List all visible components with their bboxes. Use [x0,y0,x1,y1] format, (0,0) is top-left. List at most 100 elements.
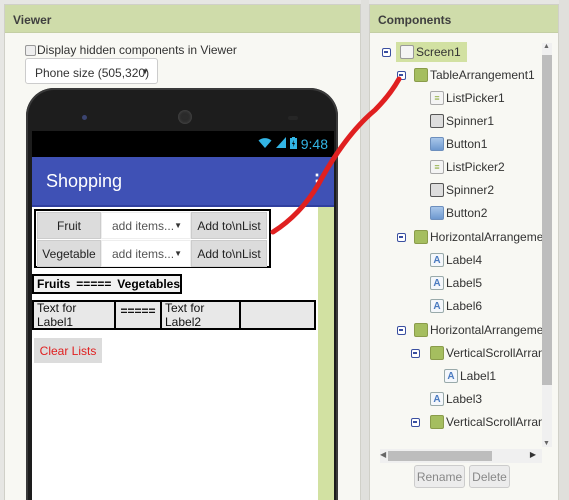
screen-content: Fruit add items... ▼ Add to\nList Vegeta… [32,207,334,500]
collapse-toggle-icon[interactable] [397,326,406,335]
status-bar: 9:48 [32,131,334,157]
vertical-scrollbar[interactable]: ▲ ▼ [542,43,552,447]
dropdown-arrow-icon: ▼ [141,67,149,76]
phone-screen: 9:48 Shopping ⋮ Fruit add items... ▼ Add… [32,131,334,500]
tree-item-tablearrangement1[interactable]: TableArrangement1 [414,64,535,86]
overflow-menu-icon[interactable]: ⋮ [308,172,326,190]
display-hidden-label: Display hidden components in Viewer [37,43,237,57]
scroll-down-icon[interactable]: ▼ [543,440,550,447]
rename-button[interactable]: Rename [414,465,465,488]
button-icon [430,137,444,151]
tree-item-label: Spinner1 [446,114,495,128]
tree-item-label1[interactable]: A Label1 [444,365,496,387]
collapse-toggle-icon[interactable] [397,71,406,80]
dropdown-arrow-icon: ▼ [174,249,182,258]
vegetable-spinner[interactable]: add items... ▼ [101,240,191,267]
component-actions: Rename Delete [414,465,510,488]
tree-item-label: Label5 [446,276,483,290]
tree-item-listpicker1[interactable]: ≡ ListPicker1 [430,87,505,109]
fruit-listpicker[interactable]: Fruit [37,212,101,239]
label1-fruit-list: Text for Label1 [34,301,114,329]
spinner-value: add items... [112,218,175,233]
tree-item-horizontalarrangement1[interactable]: HorizontalArrangemen [414,226,550,248]
tree-item-listpicker2[interactable]: ≡ ListPicker2 [430,156,505,178]
header-labels-arrangement: Fruits ===== Vegetables [32,274,182,294]
sensor-icon [288,116,298,120]
scroll-right-icon[interactable]: ▶ [530,450,536,459]
tree-item-horizontalarrangement2[interactable]: HorizontalArrangemen [414,319,550,341]
table-row: Fruit add items... ▼ Add to\nList [37,212,268,239]
tree-item-label: Label3 [446,392,483,406]
label2-vegetable-list: Text for Label2 [162,301,239,329]
tree-item-spinner1[interactable]: Spinner1 [430,110,494,132]
table-row: Vegetable add items... ▼ Add to\nList [37,240,268,267]
collapse-toggle-icon[interactable] [411,349,420,358]
tree-item-label: HorizontalArrangemen [430,323,551,337]
tree-item-screen1[interactable]: Screen1 [396,41,467,63]
label3-separator: ===== [116,302,160,328]
listpicker-icon: ≡ [430,91,444,105]
tree-item-verticalscrollarrangement1[interactable]: VerticalScrollArrang [430,342,551,364]
tree-item-button1[interactable]: Button1 [430,133,487,155]
viewer-header: Viewer [5,5,360,33]
collapse-toggle-icon[interactable] [397,233,406,242]
tree-item-verticalscrollarrangement2[interactable]: VerticalScrollArrang [430,411,551,433]
vertical-scroll-arrangement-icon [430,415,444,429]
tree-item-label3[interactable]: A Label3 [430,388,482,410]
fruit-spinner[interactable]: add items... ▼ [101,212,191,239]
scrollbar-thumb[interactable] [388,451,492,461]
tree-item-label: VerticalScrollArrang [446,346,552,360]
scroll-up-icon[interactable]: ▲ [543,43,550,50]
tree-item-label: Label4 [446,253,483,267]
selected-highlight: Screen1 [396,42,467,62]
app-bar: Shopping ⋮ [32,157,334,207]
label-icon: A [430,392,444,406]
delete-button[interactable]: Delete [469,465,510,488]
components-panel: Components Screen1 TableArrangement1 ≡ L… [369,4,559,500]
display-hidden-checkbox[interactable]: Display hidden components in Viewer [25,43,237,57]
table-arrangement: Fruit add items... ▼ Add to\nList Vegeta… [34,209,271,268]
tree-item-label6[interactable]: A Label6 [430,295,482,317]
vegetable-listpicker[interactable]: Vegetable [37,240,101,267]
camera-icon [82,115,87,120]
screen-icon [400,45,414,59]
tree-item-button2[interactable]: Button2 [430,202,487,224]
tree-item-label5[interactable]: A Label5 [430,272,482,294]
label-icon: A [430,253,444,267]
label-icon: A [444,369,458,383]
tree-item-spinner2[interactable]: Spinner2 [430,179,494,201]
tree-item-label: Spinner2 [446,183,495,197]
phone-size-select[interactable]: Phone size (505,320) ▼ [25,58,158,84]
tree-item-label: TableArrangement1 [430,68,535,82]
collapse-toggle-icon[interactable] [382,48,391,57]
clear-lists-button[interactable]: Clear Lists [34,338,102,363]
tree-item-label4[interactable]: A Label4 [430,249,482,271]
tree-item-label: Label1 [460,369,497,383]
checkbox-box[interactable] [25,44,36,56]
tree-item-label: Button1 [446,137,488,151]
speaker-icon [178,110,192,124]
panel-divider [361,0,369,500]
label-icon: A [430,276,444,290]
add-vegetable-button[interactable]: Add to\nList [191,240,267,267]
horizontal-arrangement-icon [414,323,428,337]
dropdown-arrow-icon: ▼ [174,221,182,230]
spinner-value: add items... [112,246,175,261]
lists-arrangement: Text for Label1 ===== Text for Label2 [32,300,316,330]
components-header: Components [370,5,558,33]
horizontal-scrollbar[interactable]: ◀ ▶ [380,449,542,463]
add-fruit-button[interactable]: Add to\nList [191,212,267,239]
tree-item-label: Label6 [446,299,483,313]
tree-item-label: Button2 [446,206,488,220]
label6-vegetables: Vegetables [117,277,180,291]
scrollbar-thumb[interactable] [542,55,552,385]
app-title: Shopping [46,170,123,191]
screen-scroll-strip [318,207,334,500]
button-icon [430,206,444,220]
scroll-left-icon[interactable]: ◀ [380,450,386,459]
label-icon: A [430,299,444,313]
listpicker-icon: ≡ [430,160,444,174]
components-tree: Screen1 TableArrangement1 ≡ ListPicker1 … [374,37,554,465]
collapse-toggle-icon[interactable] [411,418,420,427]
tree-item-label: VerticalScrollArrang [446,415,552,429]
